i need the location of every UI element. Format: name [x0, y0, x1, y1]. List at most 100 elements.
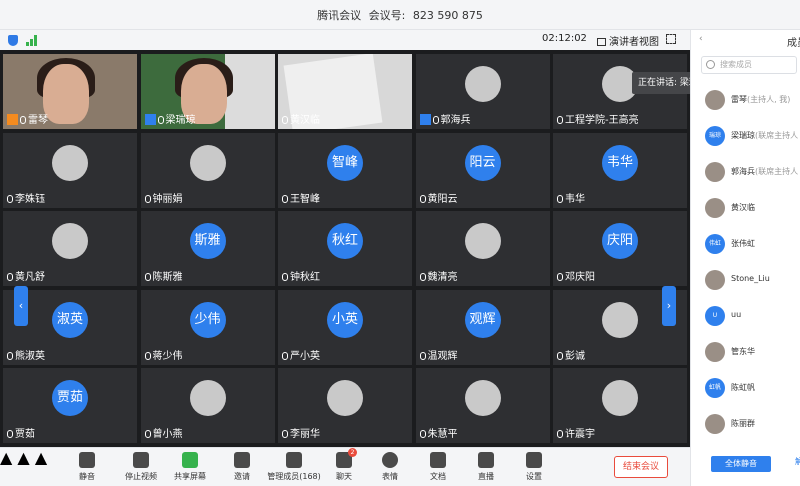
- speaker-view-button[interactable]: 演讲者视图: [597, 33, 659, 48]
- microphone-icon: [557, 194, 563, 203]
- participant-tile[interactable]: 韦华 韦华: [553, 132, 687, 208]
- member-name-text: 梁瑞琼: [731, 131, 755, 140]
- prev-page-button[interactable]: ‹: [14, 286, 28, 326]
- members-panel: ‹ 成员 搜索成员 雷琴(主持人, 我) 瑞琼梁瑞琼(联席主持人郭海兵(联席主持人…: [690, 30, 800, 486]
- participant-tile[interactable]: 黄凡舒: [3, 211, 137, 286]
- participant-tile[interactable]: 斯雅 陈斯雅: [140, 211, 275, 286]
- member-role: (联席主持人: [755, 131, 799, 140]
- member-name: 雷琴(主持人, 我): [731, 94, 790, 105]
- unmute-all-button[interactable]: 解: [795, 456, 800, 472]
- participant-name: 王智峰: [282, 190, 320, 205]
- video-grid: 雷琴梁瑞琼 黄汉临 郭海兵 工程学院-王高亮李姝钰 钟丽娟 智峰 王智峰 阳云 黄阳云 韦华 韦华黄…: [3, 54, 687, 445]
- microphone-icon: [7, 430, 13, 438]
- chat-badge: 2: [348, 448, 357, 457]
- participant-tile[interactable]: 雷琴: [3, 54, 137, 129]
- share-screen-button[interactable]: 共享屏幕: [160, 452, 220, 482]
- member-search-input[interactable]: 搜索成员: [701, 56, 797, 74]
- shield-icon[interactable]: [8, 35, 18, 46]
- participant-tile[interactable]: 观辉 温观辉: [415, 289, 550, 365]
- participant-tile[interactable]: 郭海兵: [415, 54, 550, 129]
- avatar: [189, 380, 226, 416]
- fullscreen-icon[interactable]: [666, 34, 676, 44]
- gear-icon: [526, 452, 542, 468]
- app-title: 腾讯会议: [317, 9, 362, 22]
- microphone-icon: [7, 194, 13, 203]
- mute-all-button[interactable]: 全体静音: [711, 456, 771, 472]
- participant-tile[interactable]: 曾小燕: [140, 368, 275, 443]
- end-meeting-button[interactable]: 结束会议: [614, 456, 668, 478]
- member-list-item[interactable]: 管东华: [691, 337, 800, 367]
- member-list-item[interactable]: 郭海兵(联席主持人: [691, 157, 800, 187]
- member-list-item[interactable]: 雷琴(主持人, 我): [691, 85, 800, 115]
- participant-name-text: 李丽华: [290, 429, 320, 440]
- participant-tile[interactable]: 钟丽娟: [140, 132, 275, 208]
- member-name-text: 管东华: [731, 347, 755, 356]
- microphone-icon: [557, 430, 563, 438]
- live-icon: [478, 452, 494, 468]
- participant-name-text: 郭海兵: [440, 115, 471, 126]
- participant-name: 朱慧平: [419, 425, 458, 440]
- participant-name: 黄阳云: [419, 190, 458, 205]
- collapse-panel-icon[interactable]: ‹: [699, 34, 703, 44]
- members-panel-header: ‹ 成员: [691, 30, 800, 52]
- member-avatar: 虹帆: [705, 378, 725, 398]
- member-list-item[interactable]: 陈丽群: [691, 409, 800, 439]
- participant-tile[interactable]: 朱慧平: [415, 368, 550, 443]
- avatar: 贾茹: [52, 380, 88, 416]
- participant-name-text: 王智峰: [290, 193, 320, 205]
- participant-tile[interactable]: 阳云 黄阳云: [415, 132, 550, 208]
- video-feed: [43, 64, 89, 124]
- member-list-item[interactable]: 黄汉临: [691, 193, 800, 223]
- participant-tile[interactable]: 秋红 钟秋红: [278, 211, 412, 286]
- microphone-icon: [557, 351, 563, 360]
- participant-tile[interactable]: 小英 严小英: [278, 289, 412, 365]
- member-list-item[interactable]: 虹帆 陈虹帆: [691, 373, 800, 403]
- share-options-caret[interactable]: ▲: [35, 448, 47, 467]
- mute-button[interactable]: 静音: [57, 452, 117, 482]
- signal-icon[interactable]: [26, 35, 38, 46]
- microphone-icon: [282, 430, 288, 438]
- participant-tile[interactable]: 庆阳 邓庆阳: [553, 211, 687, 286]
- participant-name: 郭海兵: [419, 111, 471, 126]
- participant-tile[interactable]: 贾茹 贾茹: [3, 368, 137, 443]
- video-options-caret[interactable]: ▲: [17, 448, 29, 467]
- participant-tile[interactable]: 梁瑞琼: [140, 54, 275, 129]
- participant-name: 工程学院-王高亮: [557, 111, 639, 126]
- participant-tile[interactable]: 李丽华: [278, 368, 412, 443]
- avatar: 观辉: [464, 301, 501, 338]
- participant-name-text: 工程学院-王高亮: [565, 115, 639, 126]
- participant-name-text: 魏清亮: [427, 272, 458, 283]
- participant-name: 钟丽娟: [144, 190, 183, 205]
- participant-tile[interactable]: 智峰 王智峰: [278, 132, 412, 208]
- member-name-text: 陈丽群: [731, 419, 755, 428]
- avatar: [602, 380, 638, 416]
- avatar: [464, 66, 501, 102]
- microphone-icon: [144, 273, 151, 281]
- participant-tile[interactable]: 李姝钰: [3, 132, 137, 208]
- participant-tile[interactable]: 魏清亮: [415, 211, 550, 286]
- participant-name-text: 曾小燕: [152, 429, 183, 440]
- participant-name-text: 严小英: [290, 350, 320, 362]
- participant-tile[interactable]: 黄汉临: [278, 54, 412, 129]
- microphone-icon: [7, 351, 13, 360]
- member-name: 管东华: [731, 346, 755, 357]
- participant-name-text: 韦华: [565, 193, 585, 205]
- participant-tile[interactable]: 少伟 蒋少伟: [140, 289, 275, 365]
- participant-name-text: 梁瑞琼: [165, 115, 196, 126]
- next-page-button[interactable]: ›: [662, 286, 676, 326]
- member-list-item[interactable]: 伟虹 张伟虹: [691, 229, 800, 259]
- member-list-item[interactable]: Stone_Liu: [691, 265, 800, 295]
- mute-options-caret[interactable]: ▲: [0, 448, 12, 467]
- meeting-window: 腾讯会议 会议号: 823 590 875 02:12:02 演讲者视图 雷琴梁…: [0, 0, 800, 486]
- avatar: [464, 223, 501, 259]
- participant-name: 黄汉临: [282, 111, 320, 126]
- participant-tile[interactable]: 许震宇: [553, 368, 687, 443]
- member-list-item[interactable]: Uuu: [691, 301, 800, 331]
- settings-button[interactable]: 设置: [504, 452, 564, 482]
- participant-name: 李丽华: [282, 425, 320, 440]
- member-search-placeholder: 搜索成员: [720, 60, 752, 69]
- member-list-item[interactable]: 瑞琼 梁瑞琼(联席主持人: [691, 121, 800, 151]
- live-label: 直播: [478, 472, 494, 481]
- title-bar: 腾讯会议 会议号: 823 590 875: [0, 0, 800, 30]
- avatar: [189, 144, 226, 181]
